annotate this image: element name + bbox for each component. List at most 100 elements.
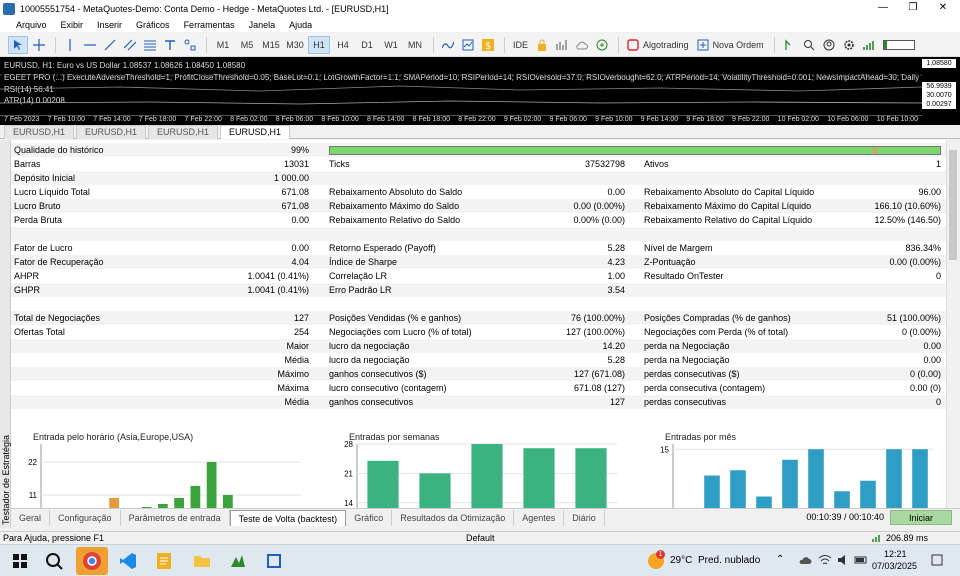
menu-janela[interactable]: Janela: [249, 20, 276, 30]
tab-parametros[interactable]: Parâmetros de entrada: [121, 509, 230, 526]
wifi-icon[interactable]: [818, 553, 832, 569]
search-icon[interactable]: [800, 36, 818, 54]
trendline-icon[interactable]: [101, 36, 119, 54]
vertical-line-icon[interactable]: [61, 36, 79, 54]
fibonacci-icon[interactable]: [141, 36, 159, 54]
chart-bar: [190, 486, 201, 508]
timeframe-w1[interactable]: W1: [380, 36, 402, 54]
notifications-icon[interactable]: [930, 553, 944, 569]
volume-icon[interactable]: [836, 553, 850, 569]
timeframe-m30[interactable]: M30: [284, 36, 306, 54]
lock-icon[interactable]: [533, 36, 551, 54]
metatrader-icon[interactable]: [228, 551, 248, 571]
scrollbar-thumb[interactable]: [949, 150, 957, 260]
chart-bar: [704, 475, 720, 508]
timeframe-m15[interactable]: M15: [260, 36, 282, 54]
horizontal-line-icon[interactable]: [81, 36, 99, 54]
report-row: Depósito Inicial 1 000.00: [11, 171, 946, 185]
chart-bar: [223, 495, 233, 508]
signal-level-icon[interactable]: [860, 36, 878, 54]
chart-tab-active[interactable]: EURUSD,H1: [220, 125, 291, 139]
vps-icon[interactable]: [593, 36, 611, 54]
timeframe-mn[interactable]: MN: [404, 36, 426, 54]
report-row: Fator de Recuperação 4.04 Índice de Sharpe…: [11, 255, 946, 269]
chart-tab[interactable]: EURUSD,H1: [4, 125, 75, 139]
chart-tab[interactable]: EURUSD,H1: [148, 125, 219, 139]
progress-box: [880, 36, 918, 54]
dollar-icon[interactable]: $: [479, 36, 497, 54]
crosshair-icon[interactable]: [30, 36, 48, 54]
onedrive-icon[interactable]: [798, 553, 812, 569]
minimize-button[interactable]: —: [868, 0, 898, 17]
signal-bars-icon: [872, 533, 882, 544]
cloud-icon[interactable]: [573, 36, 591, 54]
time-tick: 9 Feb 10:00: [595, 116, 633, 123]
time-tick: 7 Feb 18:00: [138, 116, 177, 123]
menu-exibir[interactable]: Exibir: [61, 20, 84, 30]
timeframe-h1[interactable]: H1: [308, 35, 330, 54]
report-cell: 76 (100.00%): [570, 313, 625, 323]
chart-panel: 22 11 Entrada pelo horário (Asia,Europe,US…: [11, 430, 311, 508]
chart-bar: [756, 496, 772, 508]
tab-configuracao[interactable]: Configuração: [50, 509, 121, 526]
report-scrollbar[interactable]: [946, 140, 958, 508]
time-tick: 9 Feb 06:00: [549, 116, 587, 123]
templates-icon[interactable]: [459, 36, 477, 54]
tab-backtest[interactable]: Teste de Volta (backtest): [229, 509, 347, 526]
report-cell: 1.00: [607, 271, 625, 281]
close-button[interactable]: ✕: [928, 0, 958, 17]
channel-icon[interactable]: [121, 36, 139, 54]
chart-bar: [886, 449, 902, 508]
search-taskbar-icon[interactable]: [44, 551, 64, 571]
tab-diario[interactable]: Diário: [564, 509, 605, 526]
report-cell: 127 (671.08): [573, 369, 625, 379]
algotrading-button[interactable]: Algotrading: [624, 36, 692, 54]
menu-graficos[interactable]: Gráficos: [136, 20, 170, 30]
chart-tab[interactable]: EURUSD,H1: [76, 125, 147, 139]
tab-geral[interactable]: Geral: [11, 509, 51, 526]
file-explorer-icon[interactable]: [192, 551, 212, 571]
app-taskbar-icon[interactable]: [264, 551, 284, 571]
price-chart[interactable]: EURUSD, H1: Euro vs US Dollar 1.08537 1.…: [0, 57, 960, 125]
menu-ferramentas[interactable]: Ferramentas: [184, 20, 235, 30]
vscode-icon[interactable]: [118, 551, 138, 571]
new-order-button[interactable]: Nova Ordem: [694, 36, 767, 54]
chart-bar: [834, 491, 850, 508]
report-cell: 0.00: [291, 243, 309, 253]
settings-icon[interactable]: [840, 36, 858, 54]
time-tick: 8 Feb 14:00: [367, 116, 405, 123]
report-cell: [771, 283, 941, 297]
tab-otimizacao[interactable]: Resultados da Otimização: [392, 509, 515, 526]
chrome-icon[interactable]: [76, 547, 108, 575]
chart-bar: [782, 459, 798, 508]
timeframe-m1[interactable]: M1: [212, 36, 234, 54]
chart-panel: 28 21 14 Entradas por semanas: [327, 430, 627, 508]
metaeditor-icon[interactable]: [154, 551, 174, 571]
account-icon[interactable]: [820, 36, 838, 54]
timeframe-d1[interactable]: D1: [356, 36, 378, 54]
menu-inserir[interactable]: Inserir: [97, 20, 122, 30]
algotrading-label: Algotrading: [643, 39, 689, 50]
menu-ajuda[interactable]: Ajuda: [289, 20, 312, 30]
time-tick: 8 Feb 02:00: [230, 116, 268, 123]
depth-icon[interactable]: [780, 36, 798, 54]
chevron-up-icon[interactable]: ⌃: [776, 554, 784, 565]
start-button[interactable]: Iniciar: [890, 510, 952, 525]
timeframe-h4[interactable]: H4: [332, 36, 354, 54]
menu-arquivo[interactable]: Arquivo: [16, 20, 47, 30]
battery-icon[interactable]: [854, 553, 868, 569]
tab-agentes[interactable]: Agentes: [514, 509, 565, 526]
timeframe-m5[interactable]: M5: [236, 36, 258, 54]
chart-bar: [730, 470, 746, 508]
indicators-icon[interactable]: [439, 36, 457, 54]
report-row: Máximo ganhos consecutivos ($) 127 (671.08…: [11, 367, 946, 381]
shapes-icon[interactable]: [181, 36, 199, 54]
ide-button[interactable]: IDE: [510, 36, 531, 54]
signals-icon[interactable]: [553, 36, 571, 54]
text-tool-icon[interactable]: [161, 36, 179, 54]
tab-grafico[interactable]: Gráfico: [346, 509, 393, 526]
windows-start-icon[interactable]: [10, 551, 30, 571]
report-cell: 671.08: [281, 187, 309, 197]
maximize-button[interactable]: ❐: [898, 0, 928, 17]
cursor-tool-icon[interactable]: [8, 35, 28, 54]
